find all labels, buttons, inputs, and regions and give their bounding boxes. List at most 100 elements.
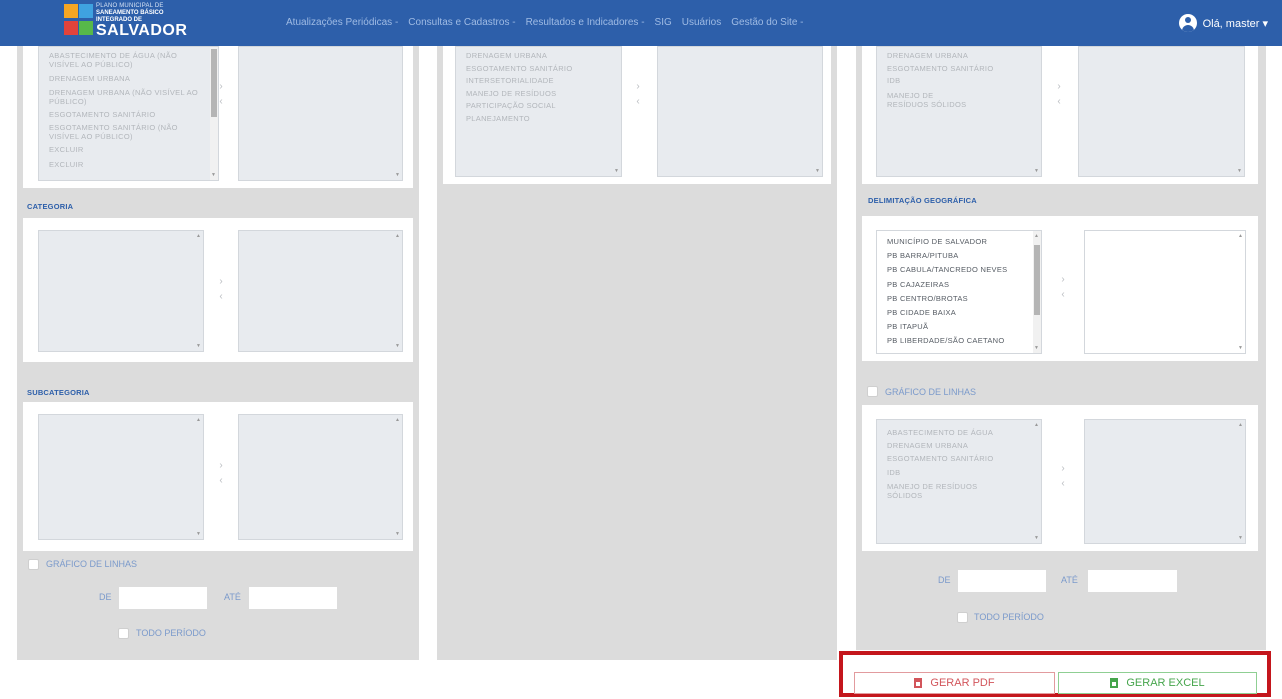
scroll-down-icon[interactable]: ▼: [1237, 168, 1242, 174]
eixo-selected-list[interactable]: ▼: [657, 46, 823, 177]
grafico-linhas-checkbox[interactable]: [28, 559, 39, 570]
nav-usuarios[interactable]: Usuários: [682, 17, 721, 28]
indicador-available-list[interactable]: DRENAGEM URBANA ESGOTAMENTO SANITÁRIO ID…: [876, 46, 1042, 177]
move-left-icon[interactable]: ‹: [1058, 287, 1068, 302]
list-item[interactable]: PB CAJAZEIRAS: [877, 278, 1041, 292]
scrollbar[interactable]: ▼: [394, 47, 402, 180]
scrollbar[interactable]: ▲ ▼: [195, 231, 203, 351]
list-item[interactable]: DRENAGEM URBANA: [456, 50, 621, 63]
move-left-icon[interactable]: ‹: [1058, 476, 1068, 491]
grafico-linhas-checkbox[interactable]: [867, 386, 878, 397]
scrollbar[interactable]: ▲ ▼: [1237, 231, 1245, 353]
scroll-up-icon[interactable]: ▲: [395, 233, 400, 239]
list-item[interactable]: DRENAGEM URBANA (NÃO VISÍVEL AO PÚBLICO): [39, 88, 218, 106]
scroll-up-icon[interactable]: ▲: [1034, 422, 1039, 428]
move-left-icon[interactable]: ‹: [216, 473, 226, 488]
list-item[interactable]: DRENAGEM URBANA: [877, 440, 1041, 452]
nav-atualizacoes[interactable]: Atualizações Periódicas -: [286, 17, 398, 28]
list-item[interactable]: DRENAGEM URBANA: [877, 50, 1041, 63]
list-item[interactable]: PB BARRA/PITUBA: [877, 249, 1041, 263]
date-from-input[interactable]: [957, 569, 1047, 593]
list-item[interactable]: EXCLUIR: [39, 159, 218, 171]
list-item[interactable]: PARTICIPAÇÃO SOCIAL: [456, 100, 621, 113]
subcategoria-available-list[interactable]: ▲ ▼: [38, 414, 204, 540]
scroll-down-icon[interactable]: ▼: [196, 343, 201, 349]
indicador-selected-list[interactable]: ▼: [1078, 46, 1245, 177]
scroll-down-icon[interactable]: ▼: [614, 168, 619, 174]
categoria-available-list[interactable]: ▲ ▼: [38, 230, 204, 352]
list-item[interactable]: MANEJO DE RESÍDUOS SÓLIDOS: [877, 91, 987, 109]
scrollbar[interactable]: ▼: [1236, 47, 1244, 176]
user-menu[interactable]: Olá, master ▾: [1178, 14, 1268, 32]
scrollbar[interactable]: ▲ ▼: [394, 231, 402, 351]
grafico-selected-list[interactable]: ▲ ▼: [1084, 419, 1246, 544]
list-item[interactable]: MANEJO DE RESÍDUOS SÓLIDOS: [877, 482, 1017, 500]
scrollbar[interactable]: ▲ ▼: [195, 415, 203, 539]
delimitacao-selected-list[interactable]: ▲ ▼: [1084, 230, 1246, 354]
list-item[interactable]: DRENAGEM URBANA: [39, 73, 218, 85]
eixo-available-list[interactable]: DRENAGEM URBANA ESGOTAMENTO SANITÁRIO IN…: [455, 46, 622, 177]
scroll-up-icon[interactable]: ▲: [1238, 233, 1243, 239]
move-left-icon[interactable]: ‹: [216, 289, 226, 304]
list-item[interactable]: PB LIBERDADE/SÃO CAETANO: [877, 334, 1041, 348]
list-item[interactable]: ESGOTAMENTO SANITÁRIO: [877, 63, 1041, 76]
move-left-icon[interactable]: ‹: [1054, 94, 1064, 109]
scrollbar[interactable]: ▲ ▼: [1033, 420, 1041, 543]
date-from-input[interactable]: [118, 586, 208, 610]
scrollbar[interactable]: ▲ ▼: [1033, 231, 1041, 353]
nav-resultados[interactable]: Resultados e Indicadores -: [526, 17, 645, 28]
list-item[interactable]: ESGOTAMENTO SANITÁRIO: [877, 452, 1041, 466]
move-right-icon[interactable]: ›: [216, 458, 226, 473]
list-item[interactable]: MANEJO DE RESÍDUOS: [456, 88, 621, 101]
move-right-icon[interactable]: ›: [216, 79, 226, 94]
move-right-icon[interactable]: ›: [633, 79, 643, 94]
nav-gestao[interactable]: Gestão do Site -: [731, 17, 803, 28]
scroll-down-icon[interactable]: ▼: [395, 172, 400, 178]
move-right-icon[interactable]: ›: [216, 274, 226, 289]
site-logo[interactable]: PLANO MUNICIPAL DE SANEAMENTO BÁSICO INT…: [50, 2, 190, 44]
gerar-excel-button[interactable]: GERAR EXCEL: [1058, 672, 1257, 694]
list-item[interactable]: MUNICÍPIO DE SALVADOR: [877, 235, 1041, 249]
scroll-up-icon[interactable]: ▲: [1238, 422, 1243, 428]
list-item[interactable]: PB CABULA/TANCREDO NEVES: [877, 263, 1041, 277]
scroll-up-icon[interactable]: ▲: [196, 417, 201, 423]
categoria-selected-list[interactable]: ▲ ▼: [238, 230, 403, 352]
gerar-pdf-button[interactable]: GERAR PDF: [854, 672, 1055, 694]
scroll-up-icon[interactable]: ▲: [196, 233, 201, 239]
grafico-available-list[interactable]: ABASTECIMENTO DE ÁGUA DRENAGEM URBANA ES…: [876, 419, 1042, 544]
todo-periodo-checkbox[interactable]: [957, 612, 968, 623]
move-right-icon[interactable]: ›: [1058, 461, 1068, 476]
move-left-icon[interactable]: ‹: [216, 94, 226, 109]
available-list[interactable]: ABASTECIMENTO DE ÁGUA (NÃO VISÍVEL AO PÚ…: [38, 46, 219, 181]
scrollbar[interactable]: ▼: [1033, 47, 1041, 176]
scroll-down-icon[interactable]: ▼: [815, 168, 820, 174]
list-item[interactable]: EXCLUIR: [39, 144, 218, 156]
scrollbar[interactable]: ▲ ▼: [1237, 420, 1245, 543]
list-item[interactable]: PB ITAPUÃ: [877, 320, 1041, 334]
list-item[interactable]: ESGOTAMENTO SANITÁRIO: [456, 63, 621, 76]
scrollbar-thumb[interactable]: [1034, 245, 1040, 315]
scrollbar[interactable]: ▼: [613, 47, 621, 176]
move-right-icon[interactable]: ›: [1058, 272, 1068, 287]
scroll-down-icon[interactable]: ▼: [211, 172, 216, 178]
scrollbar[interactable]: ▼: [814, 47, 822, 176]
date-to-input[interactable]: [248, 586, 338, 610]
scroll-down-icon[interactable]: ▼: [395, 343, 400, 349]
list-item[interactable]: PB CENTRO/BROTAS: [877, 292, 1041, 306]
selected-list[interactable]: ▼: [238, 46, 403, 181]
scroll-down-icon[interactable]: ▼: [1034, 535, 1039, 541]
scroll-down-icon[interactable]: ▼: [1238, 345, 1243, 351]
move-right-icon[interactable]: ›: [1054, 79, 1064, 94]
list-item[interactable]: PLANEJAMENTO: [456, 113, 621, 126]
date-to-input[interactable]: [1087, 569, 1178, 593]
list-item[interactable]: IDB: [877, 75, 1041, 88]
scroll-down-icon[interactable]: ▼: [1034, 345, 1039, 351]
todo-periodo-checkbox[interactable]: [118, 628, 129, 639]
scrollbar[interactable]: ▼: [210, 47, 218, 180]
nav-consultas[interactable]: Consultas e Cadastros -: [408, 17, 515, 28]
scroll-down-icon[interactable]: ▼: [1034, 168, 1039, 174]
nav-sig[interactable]: SIG: [655, 17, 672, 28]
scroll-down-icon[interactable]: ▼: [196, 531, 201, 537]
list-item[interactable]: ABASTECIMENTO DE ÁGUA (NÃO VISÍVEL AO PÚ…: [39, 51, 218, 71]
move-left-icon[interactable]: ‹: [633, 94, 643, 109]
